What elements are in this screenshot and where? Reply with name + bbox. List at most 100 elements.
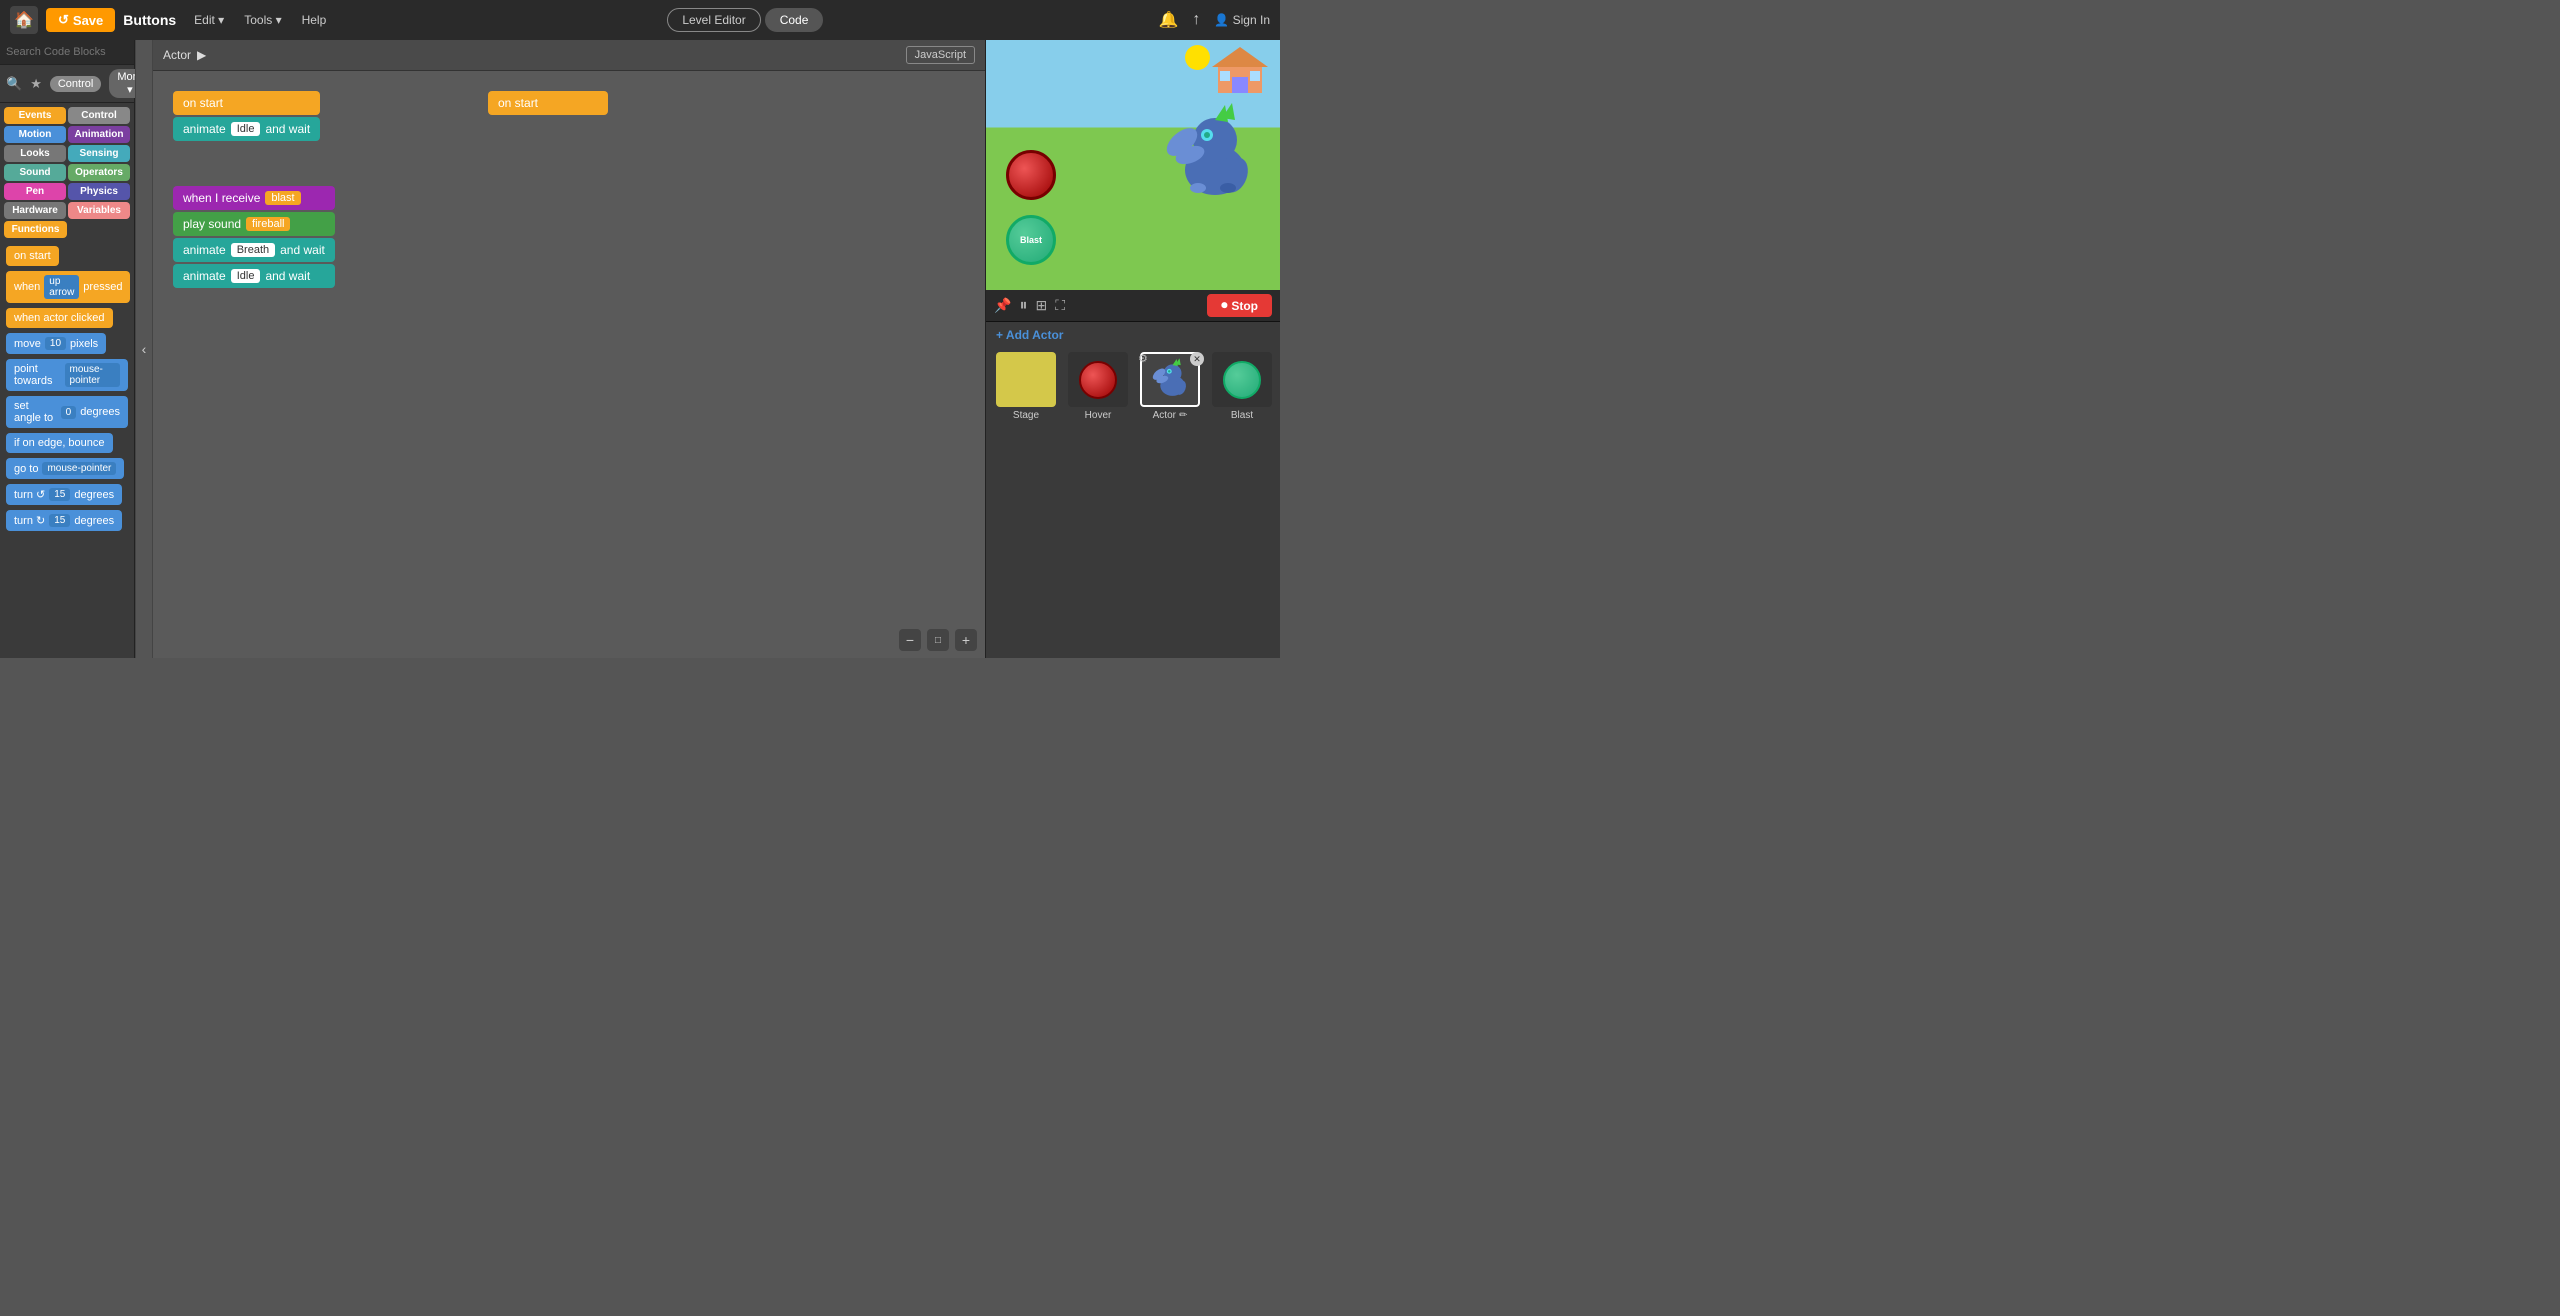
block-set-angle[interactable]: set angle to 0 degrees bbox=[6, 396, 128, 428]
code-group-receive-blast: when I receive blast play sound fireball… bbox=[173, 186, 335, 288]
actor-dragon-thumbnail bbox=[1148, 357, 1193, 402]
pin-icon[interactable]: 📌 bbox=[994, 297, 1011, 314]
block-edge-bounce[interactable]: if on edge, bounce bbox=[6, 433, 113, 453]
hover-sphere bbox=[1079, 361, 1117, 399]
actor-label-stage: Stage bbox=[1013, 410, 1039, 421]
add-actor-button[interactable]: + Add Actor bbox=[986, 322, 1280, 348]
code-block-play-sound-fireball[interactable]: play sound fireball bbox=[173, 212, 335, 236]
game-house-icon bbox=[1210, 45, 1270, 95]
actor-label-actor: Actor ✏ bbox=[1153, 410, 1188, 421]
actor-thumb-hover[interactable] bbox=[1068, 352, 1128, 407]
control-tab[interactable]: Control bbox=[50, 76, 101, 92]
actor-thumb-stage[interactable] bbox=[996, 352, 1056, 407]
category-physics[interactable]: Physics bbox=[68, 183, 130, 200]
game-preview: Blast bbox=[986, 40, 1280, 290]
category-animation[interactable]: Animation bbox=[68, 126, 130, 143]
actor-label-hover: Hover bbox=[1085, 410, 1112, 421]
tab-level-editor[interactable]: Level Editor bbox=[667, 8, 760, 32]
sign-in-button[interactable]: 👤 Sign In bbox=[1214, 13, 1270, 27]
zoom-controls: − □ + bbox=[899, 629, 977, 651]
gear-icon[interactable]: ⚙ bbox=[1138, 352, 1148, 365]
topbar-right: 🔔 ↑ 👤 Sign In bbox=[1158, 10, 1270, 30]
game-dragon-icon bbox=[1160, 100, 1260, 210]
search-bar: ✕ bbox=[0, 40, 134, 65]
actor-item-hover: Hover bbox=[1064, 352, 1132, 421]
share-icon[interactable]: ↑ bbox=[1192, 11, 1200, 29]
block-turn-ccw[interactable]: turn ↺ 15 degrees bbox=[6, 484, 122, 505]
category-looks[interactable]: Looks bbox=[4, 145, 66, 162]
save-button[interactable]: ↺ Save bbox=[46, 8, 115, 32]
search-icon[interactable]: 🔍 bbox=[6, 76, 22, 92]
block-point-towards[interactable]: point towards mouse-pointer bbox=[6, 359, 128, 391]
category-sound[interactable]: Sound bbox=[4, 164, 66, 181]
zoom-in-button[interactable]: + bbox=[955, 629, 977, 651]
game-controls: 📌 ⏸ ⊞ ⛶ ⏺ Stop bbox=[986, 290, 1280, 322]
game-background: Blast bbox=[986, 40, 1280, 290]
block-when-actor-clicked[interactable]: when actor clicked bbox=[6, 308, 113, 328]
actor-item-stage: Stage bbox=[992, 352, 1060, 421]
edit-menu[interactable]: Edit ▾ bbox=[188, 11, 230, 29]
game-red-button[interactable] bbox=[1006, 150, 1056, 200]
edit-pencil-icon[interactable]: ✏ bbox=[1179, 410, 1187, 421]
breadcrumb-actor: Actor bbox=[163, 48, 191, 62]
category-control[interactable]: Control bbox=[68, 107, 130, 124]
block-on-start[interactable]: on start bbox=[6, 246, 59, 266]
save-icon: ↺ bbox=[58, 12, 69, 28]
block-move-pixels[interactable]: move 10 pixels bbox=[6, 333, 106, 354]
code-block-animate-breath[interactable]: animate Breath and wait bbox=[173, 238, 335, 262]
actor-thumb-blast[interactable] bbox=[1212, 352, 1272, 407]
stop-icon: ⏺ bbox=[1221, 298, 1227, 313]
bell-icon[interactable]: 🔔 bbox=[1158, 10, 1178, 30]
home-button[interactable]: 🏠 bbox=[10, 6, 38, 34]
category-grid: Events Control Motion Animation Looks Se… bbox=[0, 103, 134, 242]
code-group-on-start-1: on start animate Idle and wait bbox=[173, 91, 320, 141]
code-block-on-start-1[interactable]: on start bbox=[173, 91, 320, 115]
star-icon[interactable]: ★ bbox=[30, 76, 42, 92]
nav-tabs: Level Editor Code bbox=[667, 8, 823, 32]
game-sun bbox=[1185, 45, 1210, 70]
actor-item-blast: Blast bbox=[1208, 352, 1276, 421]
category-pen[interactable]: Pen bbox=[4, 183, 66, 200]
stop-button[interactable]: ⏺ Stop bbox=[1207, 294, 1272, 317]
code-area: Actor ▶ JavaScript on start animate Idle… bbox=[153, 40, 985, 658]
category-operators[interactable]: Operators bbox=[68, 164, 130, 181]
pause-button[interactable]: ⏸ bbox=[1019, 297, 1027, 315]
code-block-animate-idle-2[interactable]: animate Idle and wait bbox=[173, 264, 335, 288]
breadcrumb-arrow-icon: ▶ bbox=[197, 48, 206, 62]
javascript-button[interactable]: JavaScript bbox=[906, 46, 975, 64]
actor-label-blast: Blast bbox=[1231, 410, 1253, 421]
blast-sphere bbox=[1223, 361, 1261, 399]
fullscreen-button[interactable]: ⛶ bbox=[1055, 297, 1065, 314]
game-blast-button[interactable]: Blast bbox=[1006, 215, 1056, 265]
grid-button[interactable]: ⊞ bbox=[1035, 297, 1047, 314]
right-panel: Blast 📌 ⏸ ⊞ ⛶ ⏺ Stop + Add Actor bbox=[985, 40, 1280, 658]
actor-item-actor: ⚙ ✕ Actor ✏ bbox=[1136, 352, 1204, 421]
tools-menu[interactable]: Tools ▾ bbox=[238, 11, 287, 29]
code-group-on-start-2: on start bbox=[488, 91, 608, 115]
main-layout: ✕ 🔍 ★ Control More ▾ Events Control Moti… bbox=[0, 40, 1280, 658]
code-canvas[interactable]: on start animate Idle and wait when I re… bbox=[153, 71, 985, 658]
block-go-to[interactable]: go to mouse-pointer bbox=[6, 458, 124, 479]
zoom-out-button[interactable]: − bbox=[899, 629, 921, 651]
collapse-button[interactable]: ‹ bbox=[135, 40, 153, 658]
category-motion[interactable]: Motion bbox=[4, 126, 66, 143]
left-panel: ✕ 🔍 ★ Control More ▾ Events Control Moti… bbox=[0, 40, 135, 658]
block-turn-cw[interactable]: turn ↻ 15 degrees bbox=[6, 510, 122, 531]
stage-thumbnail bbox=[1001, 360, 1051, 400]
breadcrumb: Actor ▶ JavaScript bbox=[153, 40, 985, 71]
code-block-animate-idle-1[interactable]: animate Idle and wait bbox=[173, 117, 320, 141]
app-title: Buttons bbox=[123, 12, 176, 28]
category-events[interactable]: Events bbox=[4, 107, 66, 124]
close-icon[interactable]: ✕ bbox=[1190, 352, 1204, 366]
category-hardware[interactable]: Hardware bbox=[4, 202, 66, 219]
zoom-fit-button[interactable]: □ bbox=[927, 629, 949, 651]
code-block-when-receive-blast[interactable]: when I receive blast bbox=[173, 186, 335, 210]
help-menu[interactable]: Help bbox=[296, 11, 333, 29]
code-block-on-start-2[interactable]: on start bbox=[488, 91, 608, 115]
block-when-key-pressed[interactable]: when up arrow pressed bbox=[6, 271, 130, 303]
category-variables[interactable]: Variables bbox=[68, 202, 130, 219]
category-functions[interactable]: Functions bbox=[4, 221, 67, 238]
category-sensing[interactable]: Sensing bbox=[68, 145, 130, 162]
search-input[interactable] bbox=[6, 46, 148, 58]
tab-code[interactable]: Code bbox=[765, 8, 824, 32]
